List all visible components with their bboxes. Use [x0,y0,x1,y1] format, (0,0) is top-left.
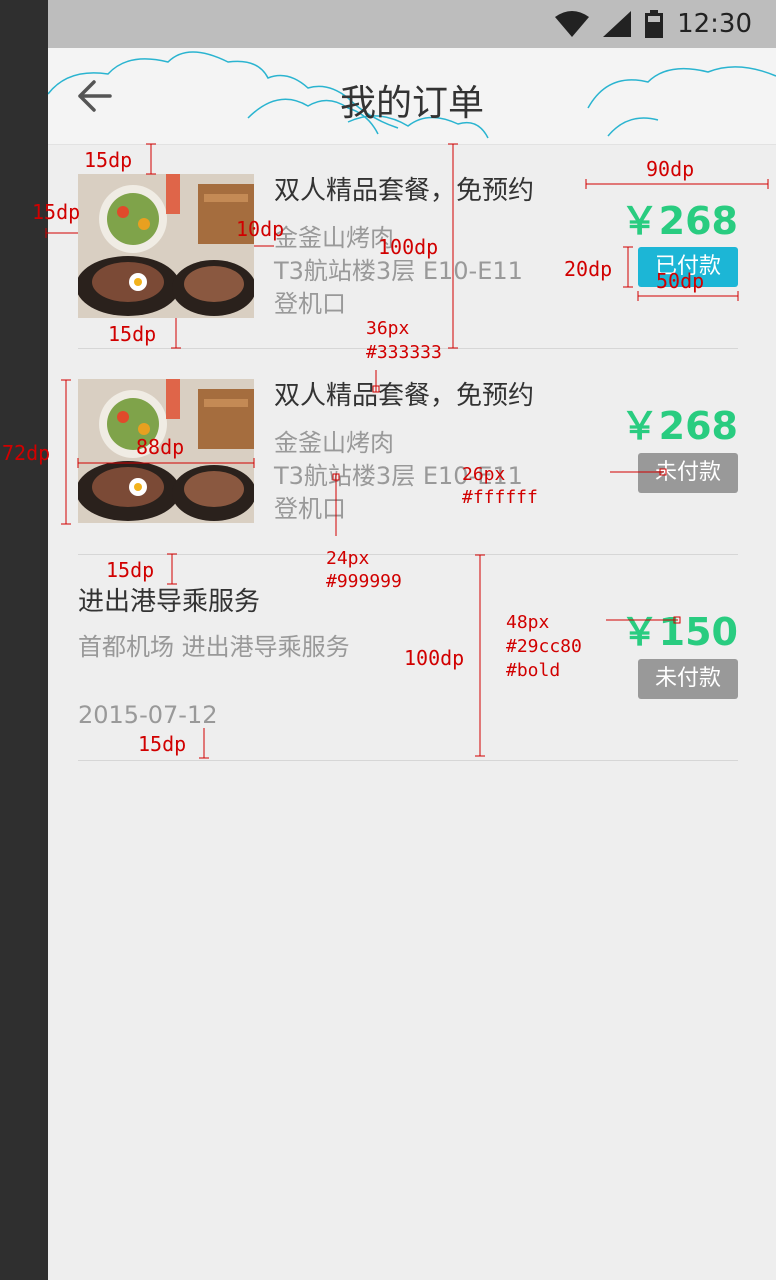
unpaid-status-badge[interactable]: 未付款 [638,659,738,699]
order-subtitle: 金釜山烤肉 T3航站楼3层 E10-E11 登机口 [274,427,523,526]
phone-screen: 12:30 我的订单 双人精品套餐，免预约 金釜山烤肉 T3航站楼3层 E10-… [48,0,776,1280]
order-price: ￥150 [620,610,738,654]
subtitle-line: 金釜山烤肉 [274,224,394,252]
annotation-label: 72dp [2,441,50,465]
page-title: 我的订单 [339,83,484,124]
subtitle-line: 金釜山烤肉 [274,429,394,457]
wifi-icon [555,11,590,37]
order-title: 进出港导乘服务 [78,587,261,617]
order-thumbnail [78,379,254,523]
unpaid-status-badge[interactable]: 未付款 [638,453,738,493]
order-row-1[interactable]: 双人精品套餐，免预约 金釜山烤肉 T3航站楼3层 E10-E11 登机口 ￥26… [78,144,738,349]
order-subtitle: 金釜山烤肉 T3航站楼3层 E10-E11 登机口 [274,222,523,321]
battery-icon [645,10,664,38]
subtitle-line: T3航站楼3层 E10-E11 [274,257,523,285]
order-row-3[interactable]: 进出港导乘服务 首都机场 进出港导乘服务 2015-07-12 ￥150 未付款 [78,555,738,761]
title-bar: 我的订单 [48,48,776,145]
status-bar: 12:30 [48,0,776,48]
order-price: ￥268 [620,199,738,243]
subtitle-line: 登机口 [274,495,346,523]
order-thumbnail [78,174,254,318]
subtitle-line: T3航站楼3层 E10-E11 [274,462,523,490]
order-subtitle: 首都机场 进出港导乘服务 [78,633,350,661]
order-title: 双人精品套餐，免预约 [274,176,535,206]
order-title: 双人精品套餐，免预约 [274,381,535,411]
status-time: 12:30 [677,9,752,39]
order-row-2[interactable]: 双人精品套餐，免预约 金釜山烤肉 T3航站楼3层 E10-E11 登机口 ￥26… [78,349,738,555]
signal-icon [603,11,632,37]
order-price: ￥268 [620,404,738,448]
order-date: 2015-07-12 [78,701,218,729]
paid-status-badge[interactable]: 已付款 [638,247,738,287]
subtitle-line: 登机口 [274,290,346,318]
